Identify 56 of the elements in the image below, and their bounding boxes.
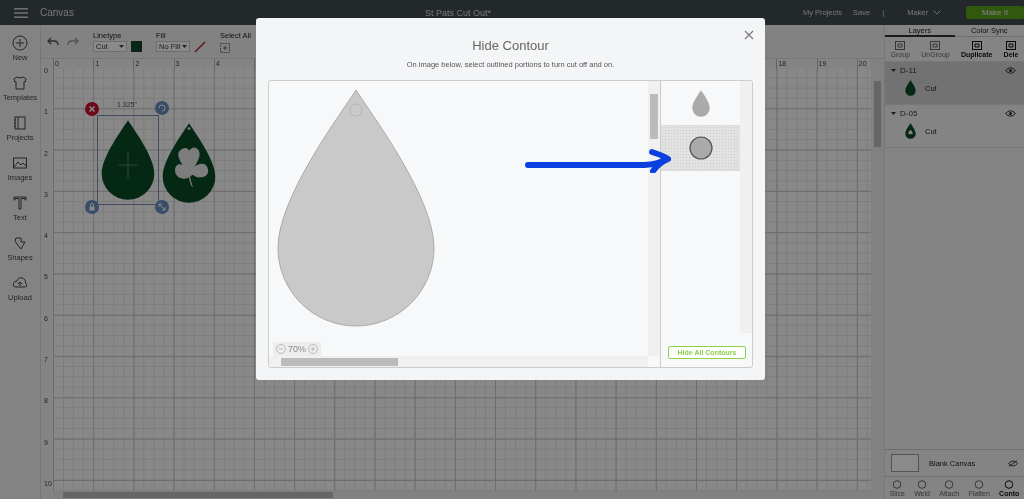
shirt-icon <box>12 75 28 91</box>
action-icon <box>1004 479 1015 489</box>
text-icon <box>12 195 28 211</box>
teardrop-thumbnail-icon <box>905 123 916 139</box>
notebook-icon <box>12 115 28 131</box>
blank-canvas-swatch[interactable] <box>891 454 919 472</box>
eye-icon[interactable] <box>1005 67 1016 74</box>
circle-icon <box>688 136 713 160</box>
resize-handle-icon[interactable] <box>155 200 169 214</box>
app-title: Canvas <box>40 7 74 18</box>
scrollbar-thumb[interactable] <box>874 81 881 147</box>
layer-name: D-11 <box>900 66 918 75</box>
shapes-icon <box>12 235 28 251</box>
scrollbar-thumb[interactable] <box>650 94 658 139</box>
teardrop-icon <box>691 89 710 117</box>
scrollbar-track[interactable] <box>740 81 752 333</box>
make-it-button[interactable]: Make It <box>966 6 1024 19</box>
cloud-upload-icon <box>12 275 28 291</box>
scrollbar-thumb[interactable] <box>281 358 398 366</box>
chevron-icon <box>933 10 941 15</box>
action-icon <box>892 479 903 489</box>
contour-item[interactable] <box>661 126 740 171</box>
zoom-out-icon[interactable] <box>276 344 286 354</box>
caret-icon[interactable] <box>891 69 896 72</box>
action-icon <box>917 479 928 489</box>
color-swatch[interactable] <box>131 41 142 52</box>
action-icon <box>930 40 941 50</box>
rotate-handle-icon[interactable] <box>155 101 169 115</box>
dropdown-icon <box>119 45 124 48</box>
project-title: St Pats Cut Out* <box>424 7 491 18</box>
teardrop-thumbnail-icon <box>905 80 916 96</box>
plus-circle-icon <box>12 35 28 51</box>
delete-handle-icon[interactable] <box>85 102 99 116</box>
layer-name: D-05 <box>900 109 919 118</box>
action-icon <box>974 479 985 489</box>
dropdown-icon <box>182 45 187 48</box>
eye-icon[interactable] <box>1005 110 1016 117</box>
action-icon <box>895 40 906 50</box>
undo-icon[interactable] <box>47 36 59 47</box>
close-icon[interactable] <box>744 30 754 40</box>
action-icon <box>944 479 955 489</box>
redo-icon[interactable] <box>67 36 79 47</box>
teardrop-preview-shape[interactable] <box>276 88 436 328</box>
dialog-title: Hide Contour <box>472 38 549 53</box>
action-icon <box>1006 40 1016 50</box>
zoom-in-icon[interactable] <box>308 344 318 354</box>
scrollbar-thumb[interactable] <box>63 492 333 498</box>
eye-hidden-icon[interactable] <box>1008 459 1018 467</box>
caret-icon[interactable] <box>891 112 896 115</box>
action-icon <box>971 40 982 50</box>
menu-icon[interactable] <box>14 7 28 18</box>
zoom-level: 70% <box>288 344 306 354</box>
lock-handle-icon[interactable] <box>85 200 99 214</box>
select-all-icon[interactable] <box>220 42 230 53</box>
no-fill-icon[interactable] <box>194 40 206 53</box>
image-icon <box>12 155 28 171</box>
